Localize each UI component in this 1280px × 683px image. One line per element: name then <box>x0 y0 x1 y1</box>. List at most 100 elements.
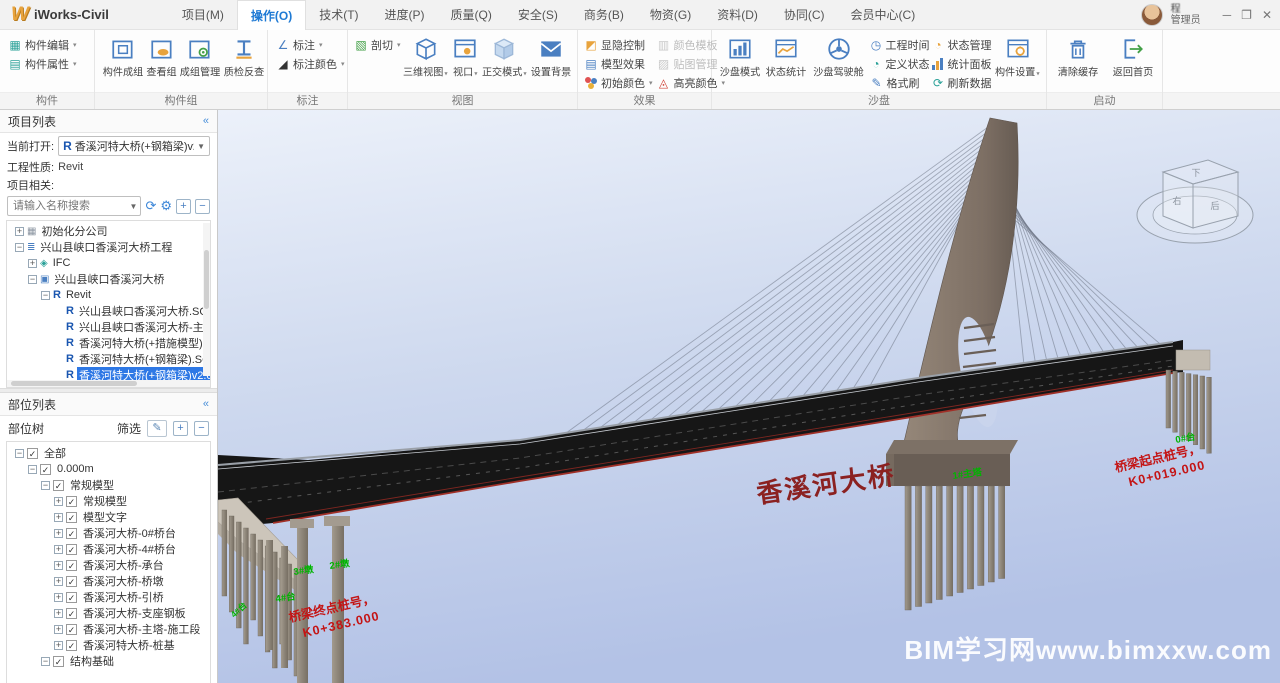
tree-row[interactable]: −✓ 结构基础 <box>9 653 210 669</box>
collapse-all-button[interactable]: − <box>195 199 210 214</box>
section-cut-button[interactable]: ▧ 剖切▾ <box>354 36 401 53</box>
group-components-button[interactable]: 构件成组 <box>101 34 145 80</box>
parts-panel-collapse-icon[interactable]: « <box>203 398 209 410</box>
collapse-icon[interactable]: − <box>15 243 24 252</box>
tree-node-label[interactable]: Revit <box>64 289 93 301</box>
annotate-color-button[interactable]: ◢ 标注颜色▾ <box>276 55 345 72</box>
checkbox[interactable]: ✓ <box>53 480 64 491</box>
tree-row[interactable]: R兴山县峡口香溪河大桥.SG <box>9 303 210 319</box>
tree-node-label[interactable]: 兴山县峡口香溪河大桥.SG <box>77 303 210 319</box>
tree-row[interactable]: R香溪河特大桥(+措施模型).SG <box>9 335 210 351</box>
status-statistics-button[interactable]: 状态统计 <box>764 34 808 80</box>
expand-icon[interactable]: + <box>54 641 63 650</box>
model-effect-button[interactable]: ▤ 模型效果 <box>584 55 653 72</box>
tree-node-label[interactable]: 香溪河大桥-支座钢板 <box>81 605 188 621</box>
search-input[interactable] <box>7 196 141 216</box>
tree-row[interactable]: −▣兴山县峡口香溪河大桥 <box>9 271 210 287</box>
tree-node-label[interactable]: 香溪河大桥-主塔-施工段 <box>81 621 202 637</box>
tree-row[interactable]: +✓香溪河大桥-引桥 <box>9 589 210 605</box>
sandbox-mode-button[interactable]: 沙盘模式 <box>718 34 762 80</box>
restore-button[interactable]: ❐ <box>1241 8 1252 22</box>
expand-icon[interactable]: + <box>54 625 63 634</box>
tree-node-label[interactable]: 兴山县峡口香溪河大桥 <box>52 271 166 287</box>
checkbox[interactable]: ✓ <box>27 448 38 459</box>
view-3d-button[interactable]: 三维视图▾ <box>403 34 449 80</box>
tree-row[interactable]: −≣兴山县峡口香溪河大桥工程 <box>9 239 210 255</box>
initial-color-button[interactable]: 初始颜色▾ <box>584 74 653 91</box>
checkbox[interactable]: ✓ <box>66 560 77 571</box>
checkbox[interactable]: ✓ <box>53 656 64 667</box>
component-props-button[interactable]: ▤ 构件属性▾ <box>8 55 77 72</box>
checkbox[interactable]: ✓ <box>66 576 77 587</box>
refresh-icon[interactable]: ⟳ <box>145 198 156 214</box>
user-avatar[interactable] <box>1141 4 1163 26</box>
edit-pencil-icon[interactable]: ✎ <box>147 420 167 437</box>
menu-tab-9[interactable]: 协同(C) <box>771 0 838 30</box>
tree-node-label[interactable]: 全部 <box>42 445 68 461</box>
menu-tab-7[interactable]: 物资(G) <box>637 0 704 30</box>
tree-node-label[interactable]: 初始化分公司 <box>39 223 109 239</box>
component-settings-button[interactable]: 构件设置▾ <box>993 34 1042 80</box>
tree-node-label[interactable]: 香溪河大桥-4#桥台 <box>81 541 178 557</box>
tree-node-label[interactable]: 兴山县峡口香溪河大桥工程 <box>38 239 174 255</box>
tree-node-label[interactable]: 香溪河大桥-桥墩 <box>81 573 166 589</box>
collapse-icon[interactable]: − <box>28 465 37 474</box>
qc-recheck-button[interactable]: 质检反查 <box>222 34 266 80</box>
menu-tab-8[interactable]: 资料(D) <box>704 0 771 30</box>
tree-row[interactable]: +✓香溪河大桥-0#桥台 <box>9 525 210 541</box>
expand-icon[interactable]: + <box>28 259 37 268</box>
close-button[interactable]: ✕ <box>1262 8 1272 22</box>
tree-node-label[interactable]: 香溪河大桥-0#桥台 <box>81 525 178 541</box>
tree-row[interactable]: −✓全部 <box>9 445 210 461</box>
tree-row[interactable]: −✓0.000m <box>9 461 210 477</box>
status-manage-button[interactable]: ◔ 状态管理 <box>931 36 991 53</box>
tree-row[interactable]: +✓香溪河大桥-主塔-施工段 <box>9 621 210 637</box>
collapse-icon[interactable]: − <box>41 657 50 666</box>
collapse-icon[interactable]: − <box>28 275 37 284</box>
stats-panel-button[interactable]: 统计面板 <box>931 55 991 72</box>
expand-all-button[interactable]: + <box>176 199 191 214</box>
refresh-data-button[interactable]: ⟳ 刷新数据 <box>931 74 991 91</box>
expand-icon[interactable]: + <box>54 593 63 602</box>
tree-node-label[interactable]: 香溪河特大桥(+措施模型).SG <box>77 335 211 351</box>
tree-node-label[interactable]: 结构基础 <box>68 653 116 669</box>
tree-node-label[interactable]: 常规模型 <box>81 493 129 509</box>
checkbox[interactable]: ✓ <box>66 512 77 523</box>
filter-button[interactable]: 筛选 <box>117 420 141 437</box>
set-background-button[interactable]: 设置背景 <box>529 34 573 80</box>
expand-icon[interactable]: + <box>54 609 63 618</box>
menu-tab-0[interactable]: 项目(M) <box>169 0 237 30</box>
tree-row[interactable]: −✓常规模型 <box>9 477 210 493</box>
tree-node-label[interactable]: 兴山县峡口香溪河大桥-主塔劲性骨架 <box>77 319 211 335</box>
menu-tab-2[interactable]: 技术(T) <box>306 0 371 30</box>
expand-icon[interactable]: + <box>15 227 24 236</box>
menu-tab-4[interactable]: 质量(Q) <box>438 0 505 30</box>
group-manage-button[interactable]: 成组管理 <box>178 34 222 80</box>
ortho-mode-button[interactable]: 正交模式▾ <box>481 34 527 80</box>
tree-node-label[interactable]: 香溪河大桥-承台 <box>81 557 166 573</box>
model-viewport[interactable]: 下 右 后 <box>218 110 1280 683</box>
tree-row[interactable]: +◈IFC <box>9 255 210 271</box>
checkbox[interactable]: ✓ <box>66 544 77 555</box>
project-time-button[interactable]: ◷ 工程时间 <box>869 36 929 53</box>
collapse-icon[interactable]: − <box>41 291 50 300</box>
define-status-button[interactable]: ◔ 定义状态 <box>869 55 929 72</box>
tree-row[interactable]: R兴山县峡口香溪河大桥-主塔劲性骨架 <box>9 319 210 335</box>
minimize-button[interactable]: ─ <box>1223 8 1232 22</box>
tree-row[interactable]: +✓香溪河大桥-承台 <box>9 557 210 573</box>
tree-row[interactable]: −RRevit <box>9 287 210 303</box>
tree-row[interactable]: +✓常规模型 <box>9 493 210 509</box>
checkbox[interactable]: ✓ <box>66 528 77 539</box>
tree-row[interactable]: +✓模型文字 <box>9 509 210 525</box>
checkbox[interactable]: ✓ <box>66 640 77 651</box>
tree-node-label[interactable]: 香溪河特大桥(+钢箱梁).SG <box>77 351 211 367</box>
menu-tab-5[interactable]: 安全(S) <box>505 0 571 30</box>
tree-row[interactable]: +✓香溪河特大桥-桩基 <box>9 637 210 653</box>
parts-collapse-all-button[interactable]: − <box>194 421 209 436</box>
menu-tab-3[interactable]: 进度(P) <box>372 0 438 30</box>
menu-tab-1[interactable]: 操作(O) <box>237 0 306 30</box>
menu-tab-10[interactable]: 会员中心(C) <box>838 0 929 30</box>
tree-node-label[interactable]: 香溪河大桥-引桥 <box>81 589 166 605</box>
parts-expand-all-button[interactable]: + <box>173 421 188 436</box>
current-open-select[interactable]: R 香溪河特大桥(+钢箱梁)v2.0 ▼ <box>58 136 210 156</box>
